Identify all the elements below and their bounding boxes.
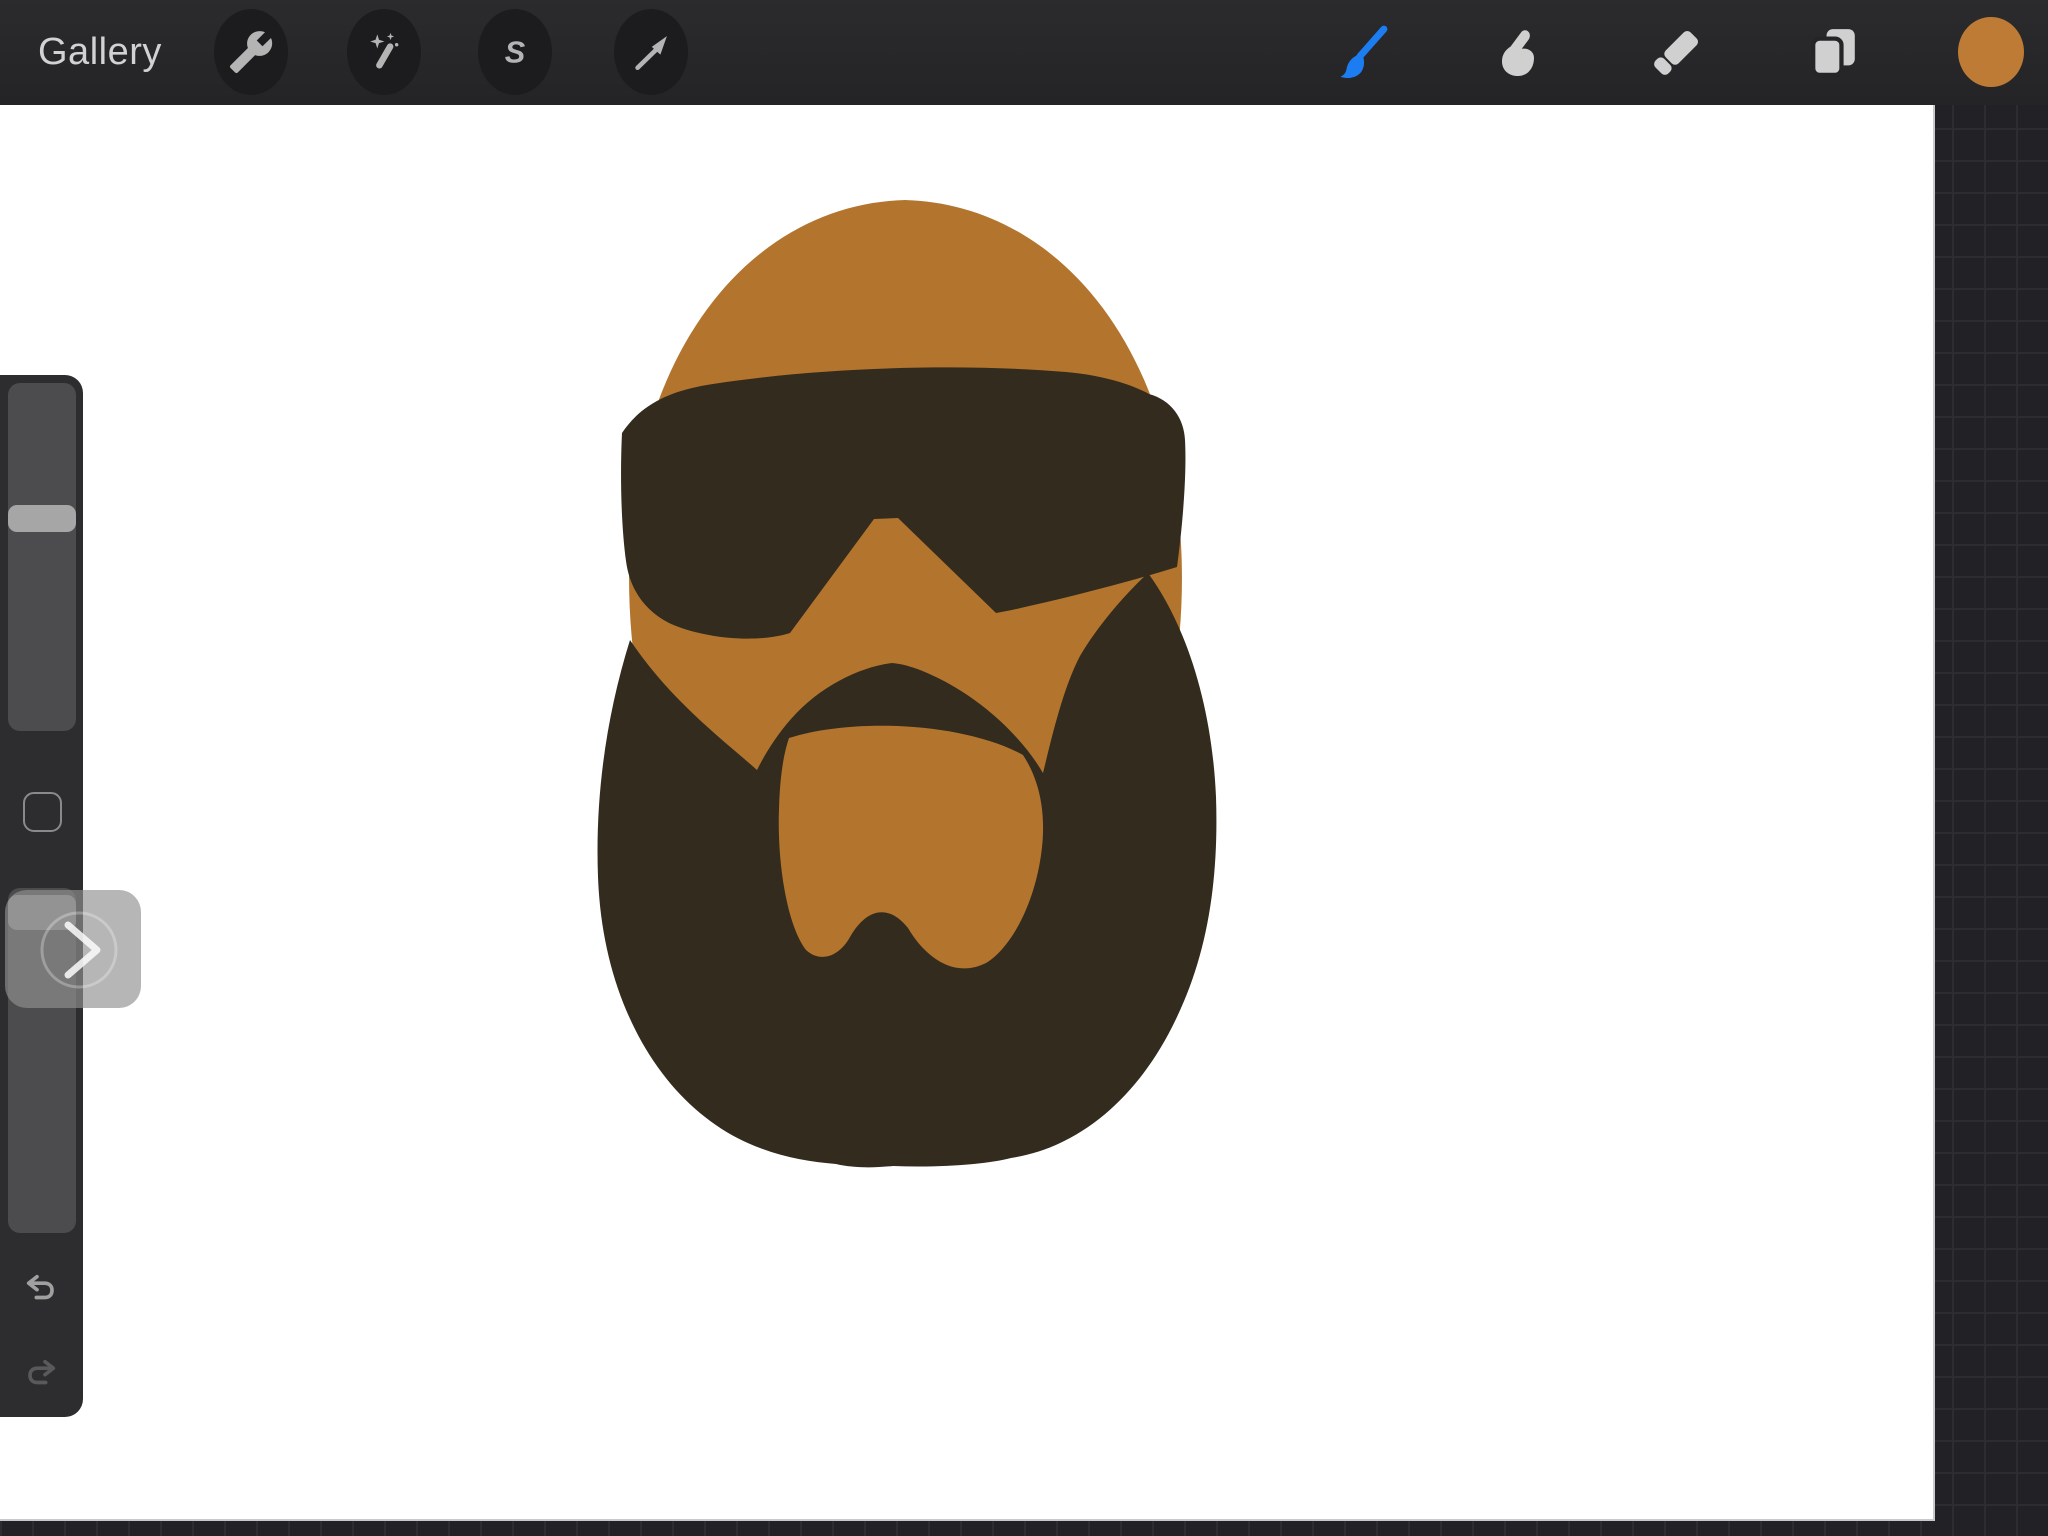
transform-button[interactable] (614, 9, 688, 95)
procreate-workspace: Gallery S (0, 0, 2048, 1536)
redo-button[interactable] (22, 1352, 62, 1392)
wrench-icon (228, 29, 274, 75)
actions-button[interactable] (214, 9, 288, 95)
sidebar-detach-handle[interactable] (5, 890, 141, 1008)
undo-icon (20, 1267, 60, 1307)
layers-button[interactable] (1801, 19, 1867, 85)
artwork-mouth-skin (779, 726, 1043, 969)
adjustments-button[interactable] (347, 9, 421, 95)
color-swatch[interactable] (1958, 17, 2024, 87)
top-toolbar: Gallery S (0, 0, 2048, 105)
brush-size-handle[interactable] (8, 505, 76, 532)
paintbrush-icon (1329, 20, 1393, 84)
layers-icon (1802, 20, 1866, 84)
artwork-portrait (0, 105, 1933, 1519)
modify-button[interactable] (23, 792, 62, 832)
erase-tool-button[interactable] (1644, 19, 1710, 85)
selection-s-glyph: S (505, 36, 526, 70)
drawing-canvas[interactable] (0, 105, 1935, 1521)
gallery-label: Gallery (38, 31, 162, 74)
selection-button[interactable]: S (478, 9, 552, 95)
selection-s-icon: S (492, 29, 538, 75)
smudge-tool-button[interactable] (1485, 19, 1551, 85)
smudge-finger-icon (1486, 20, 1550, 84)
gallery-button[interactable]: Gallery (38, 0, 162, 105)
magic-wand-icon (361, 29, 407, 75)
chevron-right-icon (5, 890, 141, 1008)
eraser-icon (1645, 20, 1709, 84)
redo-icon (22, 1352, 62, 1392)
brush-size-slider[interactable] (8, 383, 76, 731)
undo-button[interactable] (20, 1267, 60, 1307)
paint-tool-button[interactable] (1328, 19, 1394, 85)
transform-arrow-icon (628, 29, 674, 75)
